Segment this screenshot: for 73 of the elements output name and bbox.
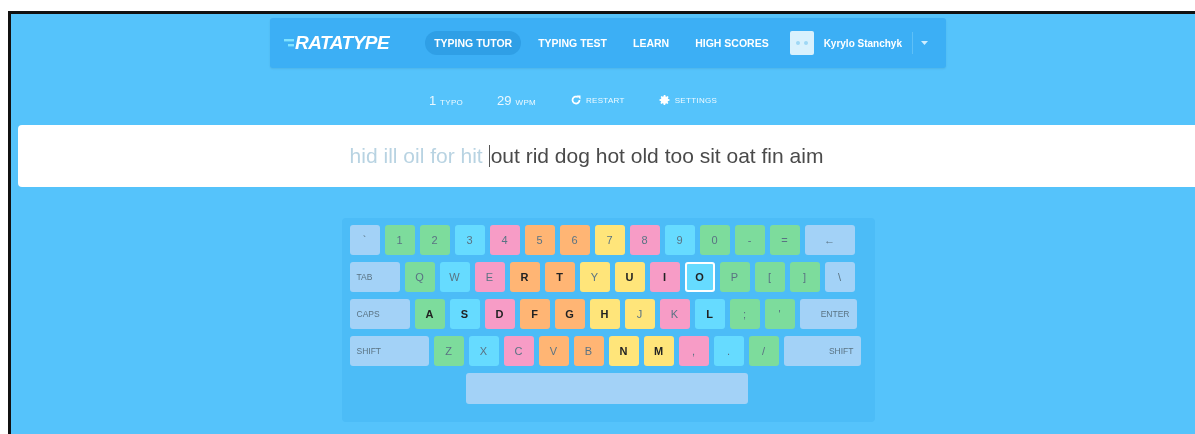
key: -	[734, 225, 765, 255]
nav-tab[interactable]: TYPING TUTOR	[425, 31, 522, 55]
key: 1	[384, 225, 415, 255]
key: [	[754, 262, 785, 292]
key: ;	[729, 299, 760, 329]
key: 4	[489, 225, 520, 255]
stat-label: WPM	[515, 97, 536, 107]
key: 3	[454, 225, 485, 255]
key: `	[349, 225, 380, 255]
key: R	[509, 262, 540, 292]
restart-icon[interactable]	[570, 94, 582, 106]
stat-value: 29	[497, 92, 512, 108]
key: H	[589, 299, 620, 329]
key: A	[414, 299, 445, 329]
nav-tab[interactable]: LEARN	[624, 31, 679, 55]
key: Y	[579, 262, 610, 292]
key: S	[449, 299, 480, 329]
key: N	[608, 336, 639, 366]
key: SHIFT	[349, 336, 429, 366]
nav-tab[interactable]: HIGH SCORES	[686, 31, 778, 55]
key: =	[769, 225, 800, 255]
remaining-text: out rid dog hot old too sit oat fin aim	[490, 144, 824, 168]
key: TAB	[349, 262, 400, 292]
text-cursor	[488, 145, 490, 167]
key: M	[643, 336, 674, 366]
key: CAPS	[349, 299, 410, 329]
key: SHIFT	[783, 336, 861, 366]
stat-label: TYPO	[440, 97, 464, 107]
key: D	[484, 299, 515, 329]
key: 0	[699, 225, 730, 255]
key: ]	[789, 262, 820, 292]
caret-icon[interactable]	[921, 41, 928, 45]
key: ,	[678, 336, 709, 366]
settings-icon[interactable]	[658, 94, 671, 106]
typed-text: hid ill oil for hit	[349, 144, 483, 168]
key: ENTER	[799, 299, 857, 329]
key: 7	[594, 225, 625, 255]
key: P	[719, 262, 750, 292]
logo[interactable]: RATATYPE	[295, 32, 390, 54]
key: F	[519, 299, 550, 329]
key: /	[748, 336, 779, 366]
restart-link[interactable]: RESTART	[586, 95, 625, 105]
key: J	[624, 299, 655, 329]
key: E	[474, 262, 505, 292]
key: U	[614, 262, 645, 292]
logo-icon	[284, 38, 294, 48]
user-name[interactable]: Kyrylo Stanchyk	[823, 37, 902, 49]
key: X	[468, 336, 499, 366]
nav-tab[interactable]: TYPING TEST	[529, 31, 616, 55]
key: V	[538, 336, 569, 366]
avatar[interactable]	[789, 31, 814, 55]
settings-link[interactable]: SETTINGS	[674, 95, 718, 105]
key: B	[573, 336, 604, 366]
key: '	[764, 299, 795, 329]
key: 8	[629, 225, 660, 255]
key: Z	[433, 336, 464, 366]
stat-value: 1	[428, 92, 437, 108]
key: ←	[804, 225, 855, 255]
key: \	[824, 262, 855, 292]
key: G	[554, 299, 585, 329]
key: 5	[524, 225, 555, 255]
key: K	[659, 299, 690, 329]
key: I	[649, 262, 680, 292]
key: 9	[664, 225, 695, 255]
key: L	[694, 299, 725, 329]
key: T	[544, 262, 575, 292]
key: Q	[404, 262, 435, 292]
key: O	[684, 262, 715, 292]
key: 2	[419, 225, 450, 255]
key: .	[713, 336, 744, 366]
key: W	[439, 262, 470, 292]
key: C	[503, 336, 534, 366]
key: 6	[559, 225, 590, 255]
